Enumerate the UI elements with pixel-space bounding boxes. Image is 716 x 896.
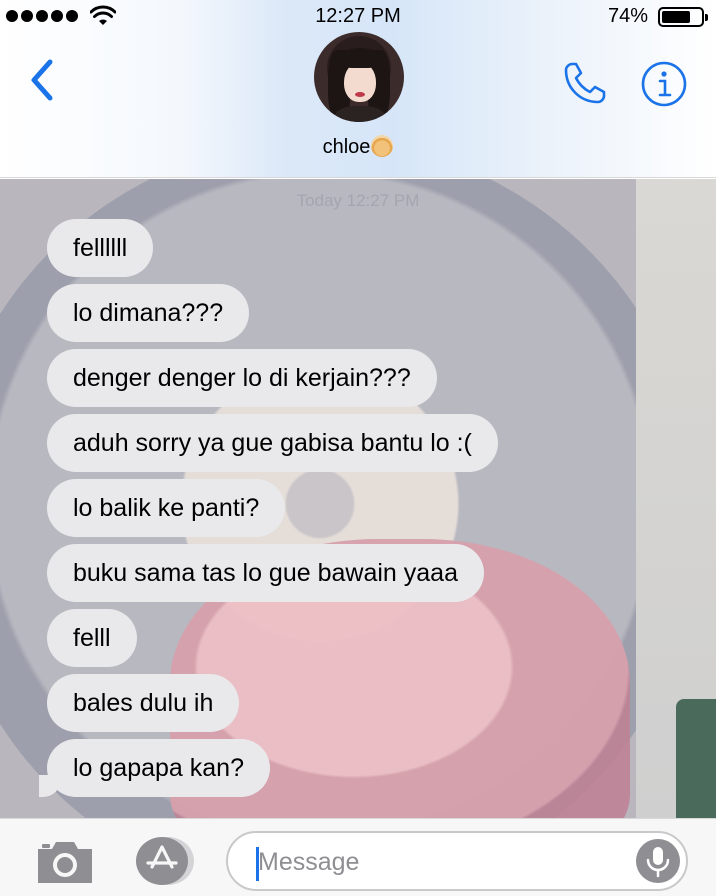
contact-name-label: chloe	[322, 136, 371, 158]
message-bubble-last[interactable]: lo gapapa kan?	[39, 739, 270, 797]
microphone-button[interactable]	[636, 839, 680, 883]
contact-name[interactable]: chloe	[0, 135, 716, 159]
status-bar: 12:27 PM 74%	[0, 0, 716, 34]
camera-icon[interactable]	[34, 839, 96, 885]
contact-avatar[interactable]	[314, 32, 404, 122]
message-bubble[interactable]: lo balik ke panti?	[47, 479, 286, 537]
message-bubble[interactable]: aduh sorry ya gue gabisa bantu lo :(	[47, 414, 498, 472]
message-bubble[interactable]: denger denger lo di kerjain???	[47, 349, 437, 407]
message-bubble[interactable]: buku sama tas lo gue bawain yaaa	[47, 544, 484, 602]
compose-bar	[0, 818, 716, 896]
app-store-icon[interactable]	[130, 835, 196, 887]
chevron-left-icon[interactable]	[26, 58, 56, 102]
battery-icon	[658, 7, 708, 27]
phone-icon[interactable]	[562, 60, 608, 106]
message-bubble[interactable]: bales dulu ih	[47, 674, 240, 732]
message-input[interactable]	[258, 843, 618, 881]
message-bubble[interactable]: fellllll	[47, 219, 154, 277]
message-bubble[interactable]: felll	[47, 609, 137, 667]
message-thread[interactable]: Today 12:27 PM fellllll lo dimana??? den…	[0, 179, 716, 818]
message-field[interactable]	[226, 831, 688, 891]
info-icon[interactable]	[640, 60, 688, 108]
message-timestamp: Today 12:27 PM	[296, 191, 420, 210]
wallpaper-bottle	[676, 699, 716, 818]
message-bubble[interactable]: lo dimana???	[47, 284, 250, 342]
person-emoji-icon	[371, 135, 394, 157]
battery-percent: 74%	[607, 5, 648, 27]
conversation-header: 12:27 PM 74% chloe	[0, 0, 716, 178]
microphone-icon	[646, 847, 670, 878]
